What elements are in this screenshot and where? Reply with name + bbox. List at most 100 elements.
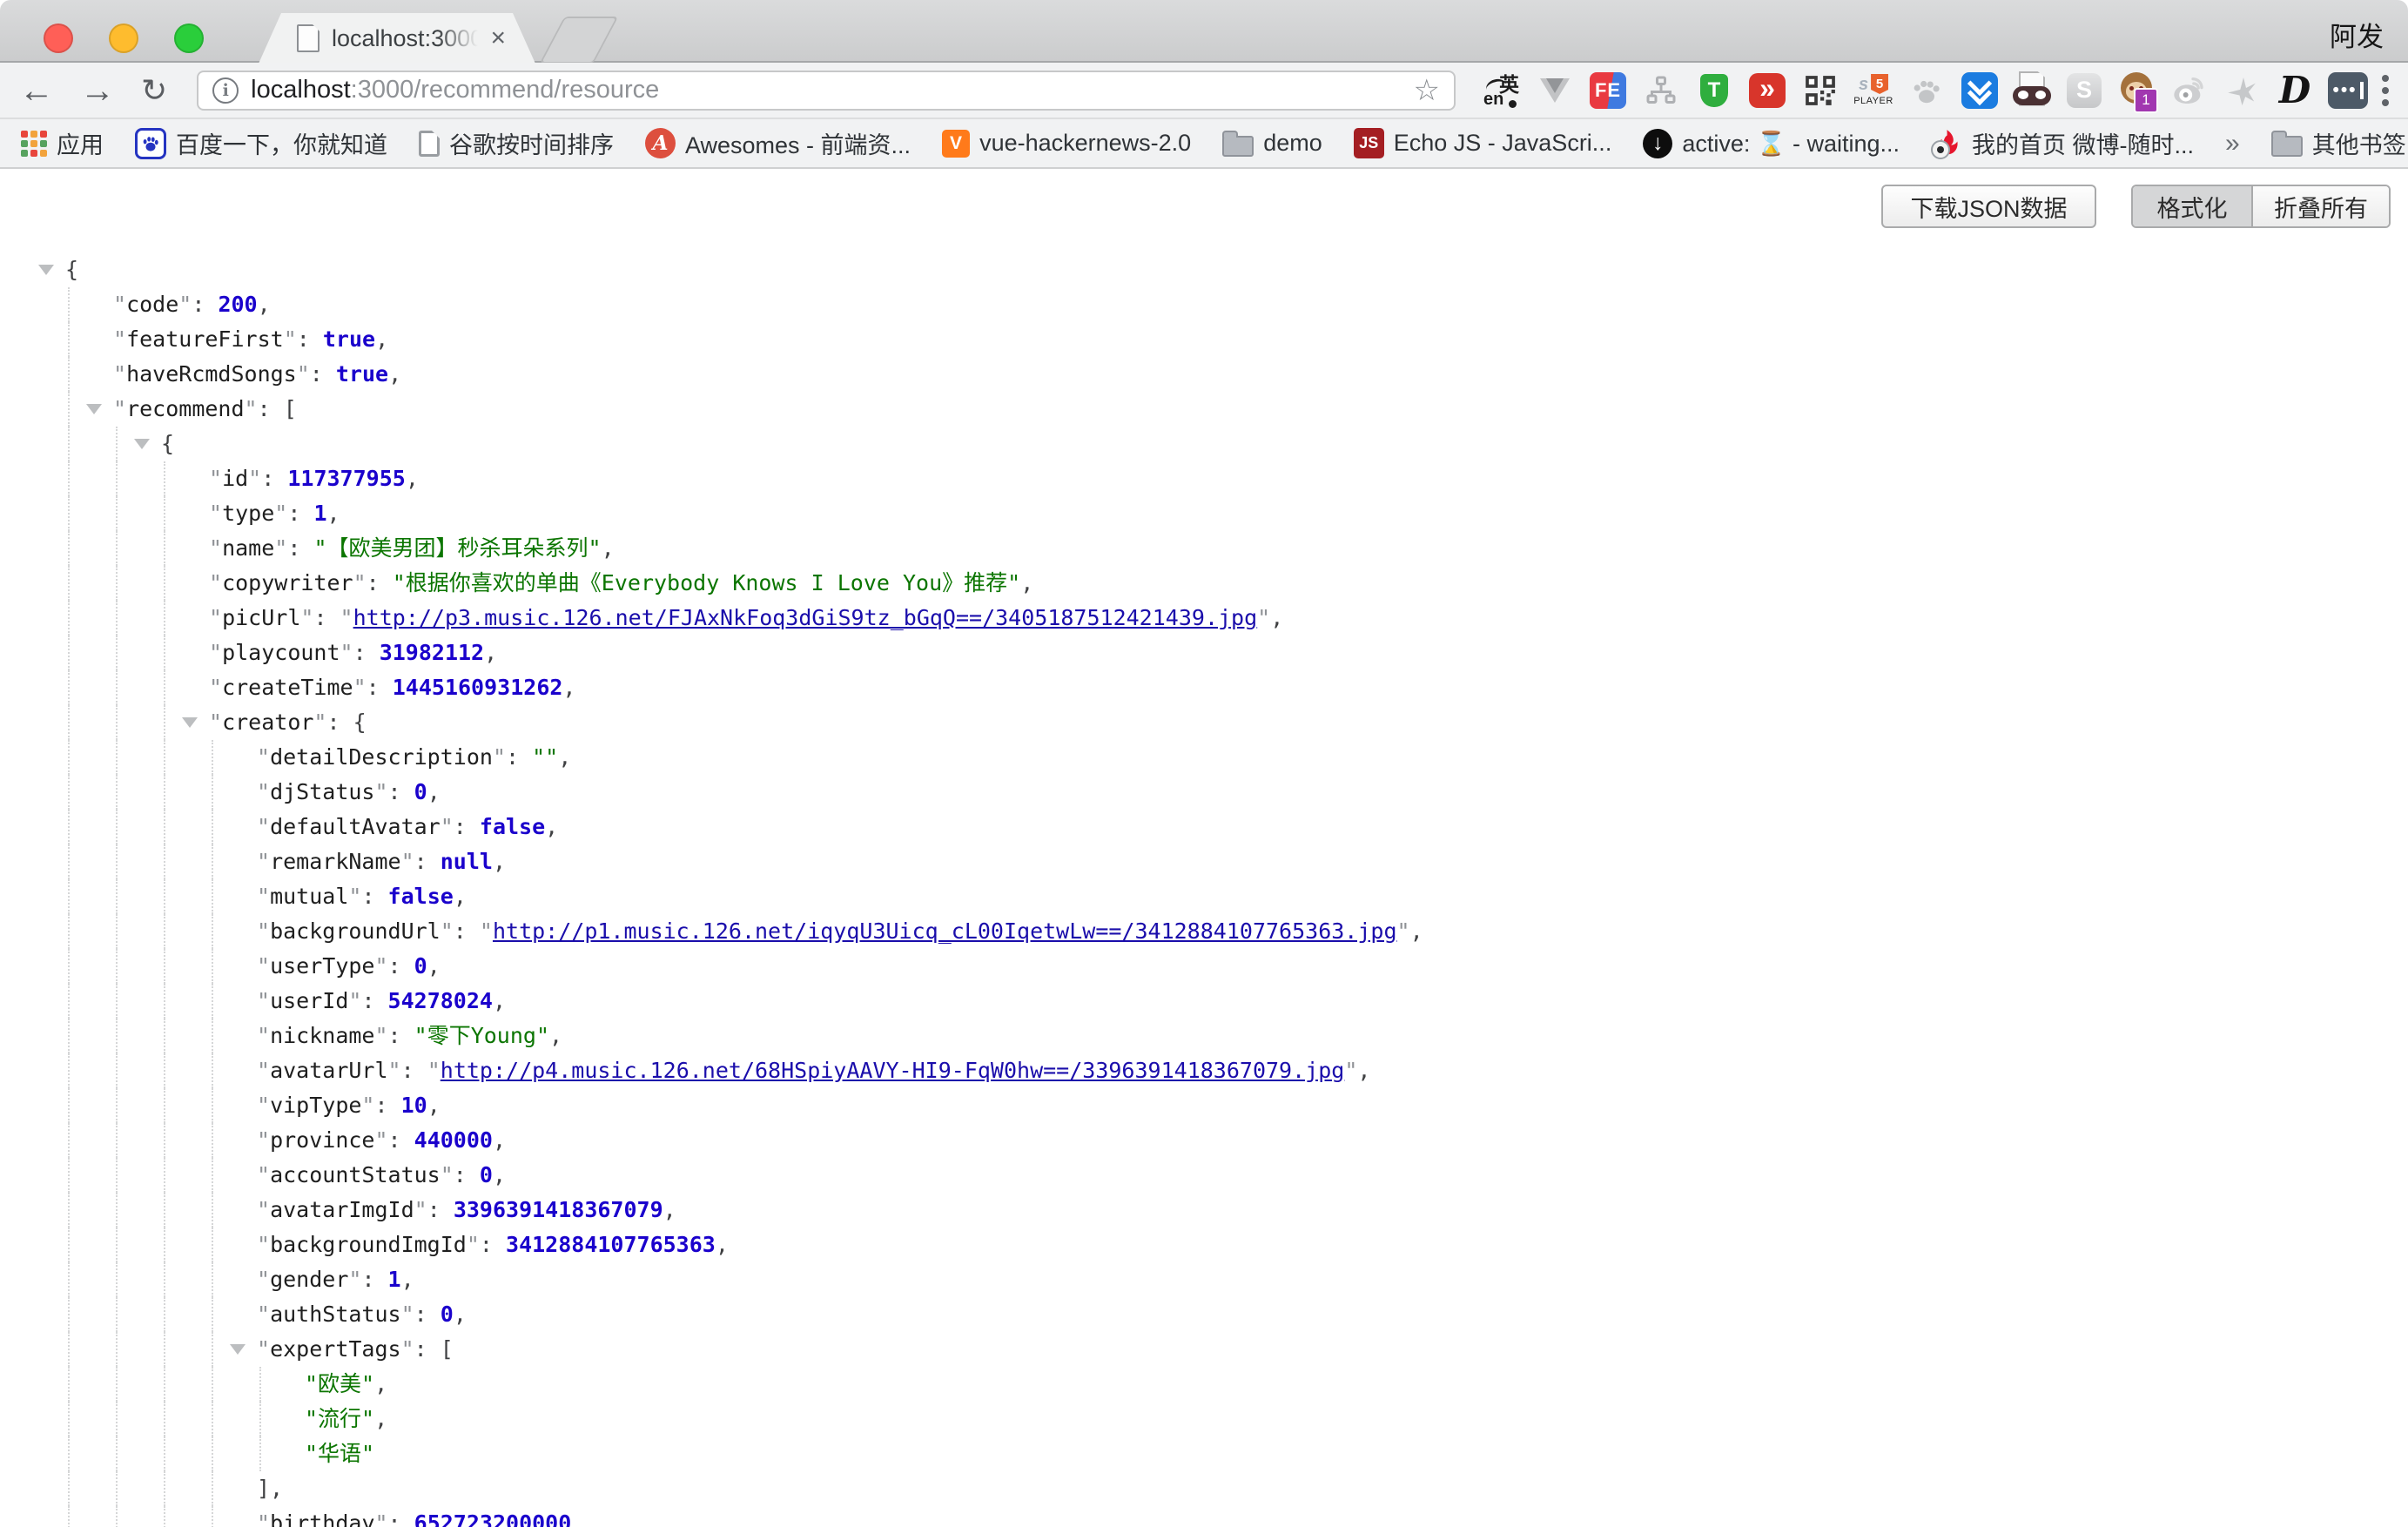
json-key: name bbox=[222, 535, 274, 561]
indent-guide bbox=[116, 531, 118, 566]
json-value: true bbox=[323, 326, 375, 352]
indent-guide bbox=[116, 844, 118, 879]
tampermonkey-extension-icon[interactable]: 1 bbox=[2117, 71, 2156, 110]
site-info-icon[interactable]: i bbox=[212, 77, 239, 104]
address-bar[interactable]: i localhost:3000/recommend/resource ☆ bbox=[197, 71, 1456, 111]
indent-guide bbox=[164, 1228, 165, 1262]
video-speed-extension-icon[interactable]: » bbox=[1747, 71, 1787, 111]
indent-guide bbox=[68, 1193, 70, 1228]
json-key: haveRcmdSongs bbox=[126, 361, 297, 387]
folder-icon bbox=[2271, 136, 2303, 157]
indent-guide bbox=[116, 1088, 118, 1123]
vue-devtools-extension-icon[interactable] bbox=[1535, 71, 1575, 111]
green-shield-extension-icon[interactable]: T bbox=[1694, 71, 1734, 111]
fe-extension-icon[interactable]: FE bbox=[1588, 71, 1628, 111]
indent-guide bbox=[259, 1367, 261, 1402]
json-key: djStatus bbox=[270, 779, 374, 804]
vue-icon: V bbox=[942, 130, 970, 158]
indent-guide bbox=[164, 1193, 165, 1228]
bookmark-apps[interactable]: 应用 bbox=[21, 126, 104, 160]
json-line: "accountStatus": 0, bbox=[0, 1158, 2408, 1193]
indent-guide bbox=[68, 1506, 70, 1527]
bookmark-active-waiting[interactable]: ↓ active: ⌛ - waiting... bbox=[1643, 129, 1900, 158]
format-button[interactable]: 格式化 bbox=[2133, 186, 2253, 226]
indent-guide bbox=[68, 1262, 70, 1297]
zoom-window-button[interactable] bbox=[174, 24, 204, 53]
page-favicon-icon bbox=[297, 24, 319, 52]
json-value: false bbox=[388, 884, 454, 909]
browser-menu-icon[interactable] bbox=[2382, 75, 2389, 106]
browser-tab[interactable]: localhost:3000/recommend/re × bbox=[259, 13, 535, 64]
json-link[interactable]: http://p4.music.126.net/68HSpiyAAVY-HI9-… bbox=[441, 1058, 1345, 1083]
download-json-button[interactable]: 下载JSON数据 bbox=[1881, 185, 2096, 228]
collapse-triangle-icon[interactable] bbox=[134, 439, 150, 449]
paw-extension-icon[interactable] bbox=[1907, 71, 1947, 111]
new-tab-button[interactable] bbox=[540, 17, 619, 64]
json-line: "vipType": 10, bbox=[0, 1088, 2408, 1123]
json-key: avatarImgId bbox=[270, 1197, 414, 1222]
json-line: "authStatus": 0, bbox=[0, 1297, 2408, 1332]
bookmark-awesomes[interactable]: A Awesomes - 前端资... bbox=[645, 126, 911, 160]
collapse-all-button[interactable]: 折叠所有 bbox=[2253, 186, 2389, 226]
json-string-value: "【欧美男团】秒杀耳朵系列" bbox=[313, 535, 601, 561]
url-text[interactable]: localhost:3000/recommend/resource bbox=[251, 76, 659, 104]
collapse-triangle-icon[interactable] bbox=[182, 717, 198, 728]
reload-icon[interactable]: ↻ bbox=[141, 73, 167, 108]
indent-guide bbox=[164, 670, 165, 705]
indent-guide bbox=[68, 1297, 70, 1332]
json-key: nickname bbox=[270, 1023, 374, 1048]
bookmarks-overflow-icon[interactable]: » bbox=[2225, 129, 2240, 158]
translate-extension-icon[interactable]: 英 en bbox=[1482, 71, 1522, 111]
json-value: 0 bbox=[414, 953, 427, 979]
bookmark-vue-hackernews[interactable]: V vue-hackernews-2.0 bbox=[942, 130, 1191, 158]
indent-guide bbox=[116, 705, 118, 740]
html5-player-extension-icon[interactable]: s5 PLAYER bbox=[1853, 71, 1893, 111]
hummingbird-extension-icon[interactable] bbox=[2222, 71, 2262, 111]
indent-guide bbox=[116, 1019, 118, 1053]
bookmark-weibo-home[interactable]: 我的首页 微博-随时... bbox=[1931, 126, 2194, 160]
user-agent-switcher-extension-icon[interactable] bbox=[2013, 71, 2051, 111]
password-manager-extension-icon[interactable]: ••• bbox=[2328, 71, 2368, 111]
collapse-triangle-icon[interactable] bbox=[230, 1344, 246, 1355]
indent-guide bbox=[164, 601, 165, 636]
json-key: userId bbox=[270, 988, 348, 1013]
close-window-button[interactable] bbox=[44, 24, 73, 53]
qr-code-extension-icon[interactable] bbox=[1800, 71, 1840, 111]
bookmark-echojs[interactable]: JS Echo JS - JavaScri... bbox=[1354, 128, 1612, 158]
back-icon[interactable]: ← bbox=[19, 73, 54, 108]
indent-guide bbox=[116, 427, 118, 461]
collapse-triangle-icon[interactable] bbox=[86, 404, 102, 414]
blue-chevrons-extension-icon[interactable] bbox=[1960, 71, 2000, 111]
bookmark-google-sort[interactable]: 谷歌按时间排序 bbox=[419, 126, 614, 160]
s-extension-icon[interactable]: S bbox=[2064, 71, 2104, 111]
collapse-triangle-icon[interactable] bbox=[38, 265, 54, 275]
indent-guide bbox=[68, 984, 70, 1019]
json-key: creator bbox=[222, 710, 313, 735]
dark-d-extension-icon[interactable]: D bbox=[2275, 71, 2315, 111]
indent-guide bbox=[116, 810, 118, 844]
json-line: "province": 440000, bbox=[0, 1123, 2408, 1158]
sitemap-extension-icon[interactable] bbox=[1641, 71, 1681, 111]
json-key: authStatus bbox=[270, 1302, 401, 1327]
indent-guide bbox=[164, 1402, 165, 1436]
bookmark-baidu[interactable]: 百度一下，你就知道 bbox=[135, 126, 387, 160]
browser-window: localhost:3000/recommend/re × 阿发 ← → ↻ i… bbox=[0, 0, 2408, 1527]
json-link[interactable]: http://p3.music.126.net/FJAxNkFoq3dGiS9t… bbox=[353, 605, 1258, 630]
bookmark-star-icon[interactable]: ☆ bbox=[1414, 76, 1440, 105]
json-key: id bbox=[222, 466, 248, 491]
bookmark-label: 应用 bbox=[57, 126, 104, 160]
indent-guide bbox=[164, 1471, 165, 1506]
json-link[interactable]: http://p1.music.126.net/iqyqU3Uicq_cL00I… bbox=[493, 918, 1397, 944]
json-string-value: "根据你喜欢的单曲《Everybody Knows I Love You》推荐" bbox=[393, 570, 1020, 595]
minimize-window-button[interactable] bbox=[109, 24, 138, 53]
window-user-label: 阿发 bbox=[2330, 15, 2384, 54]
json-value: 1 bbox=[388, 1267, 401, 1292]
json-line: { bbox=[0, 252, 2408, 287]
bookmark-folder-demo[interactable]: demo bbox=[1222, 130, 1322, 157]
tab-close-icon[interactable]: × bbox=[490, 25, 506, 51]
weibo-gray-extension-icon[interactable] bbox=[2169, 71, 2209, 111]
other-bookmarks[interactable]: 其他书签 bbox=[2271, 126, 2406, 160]
indent-guide bbox=[212, 1158, 213, 1193]
forward-icon[interactable]: → bbox=[80, 73, 115, 108]
indent-guide bbox=[116, 496, 118, 531]
